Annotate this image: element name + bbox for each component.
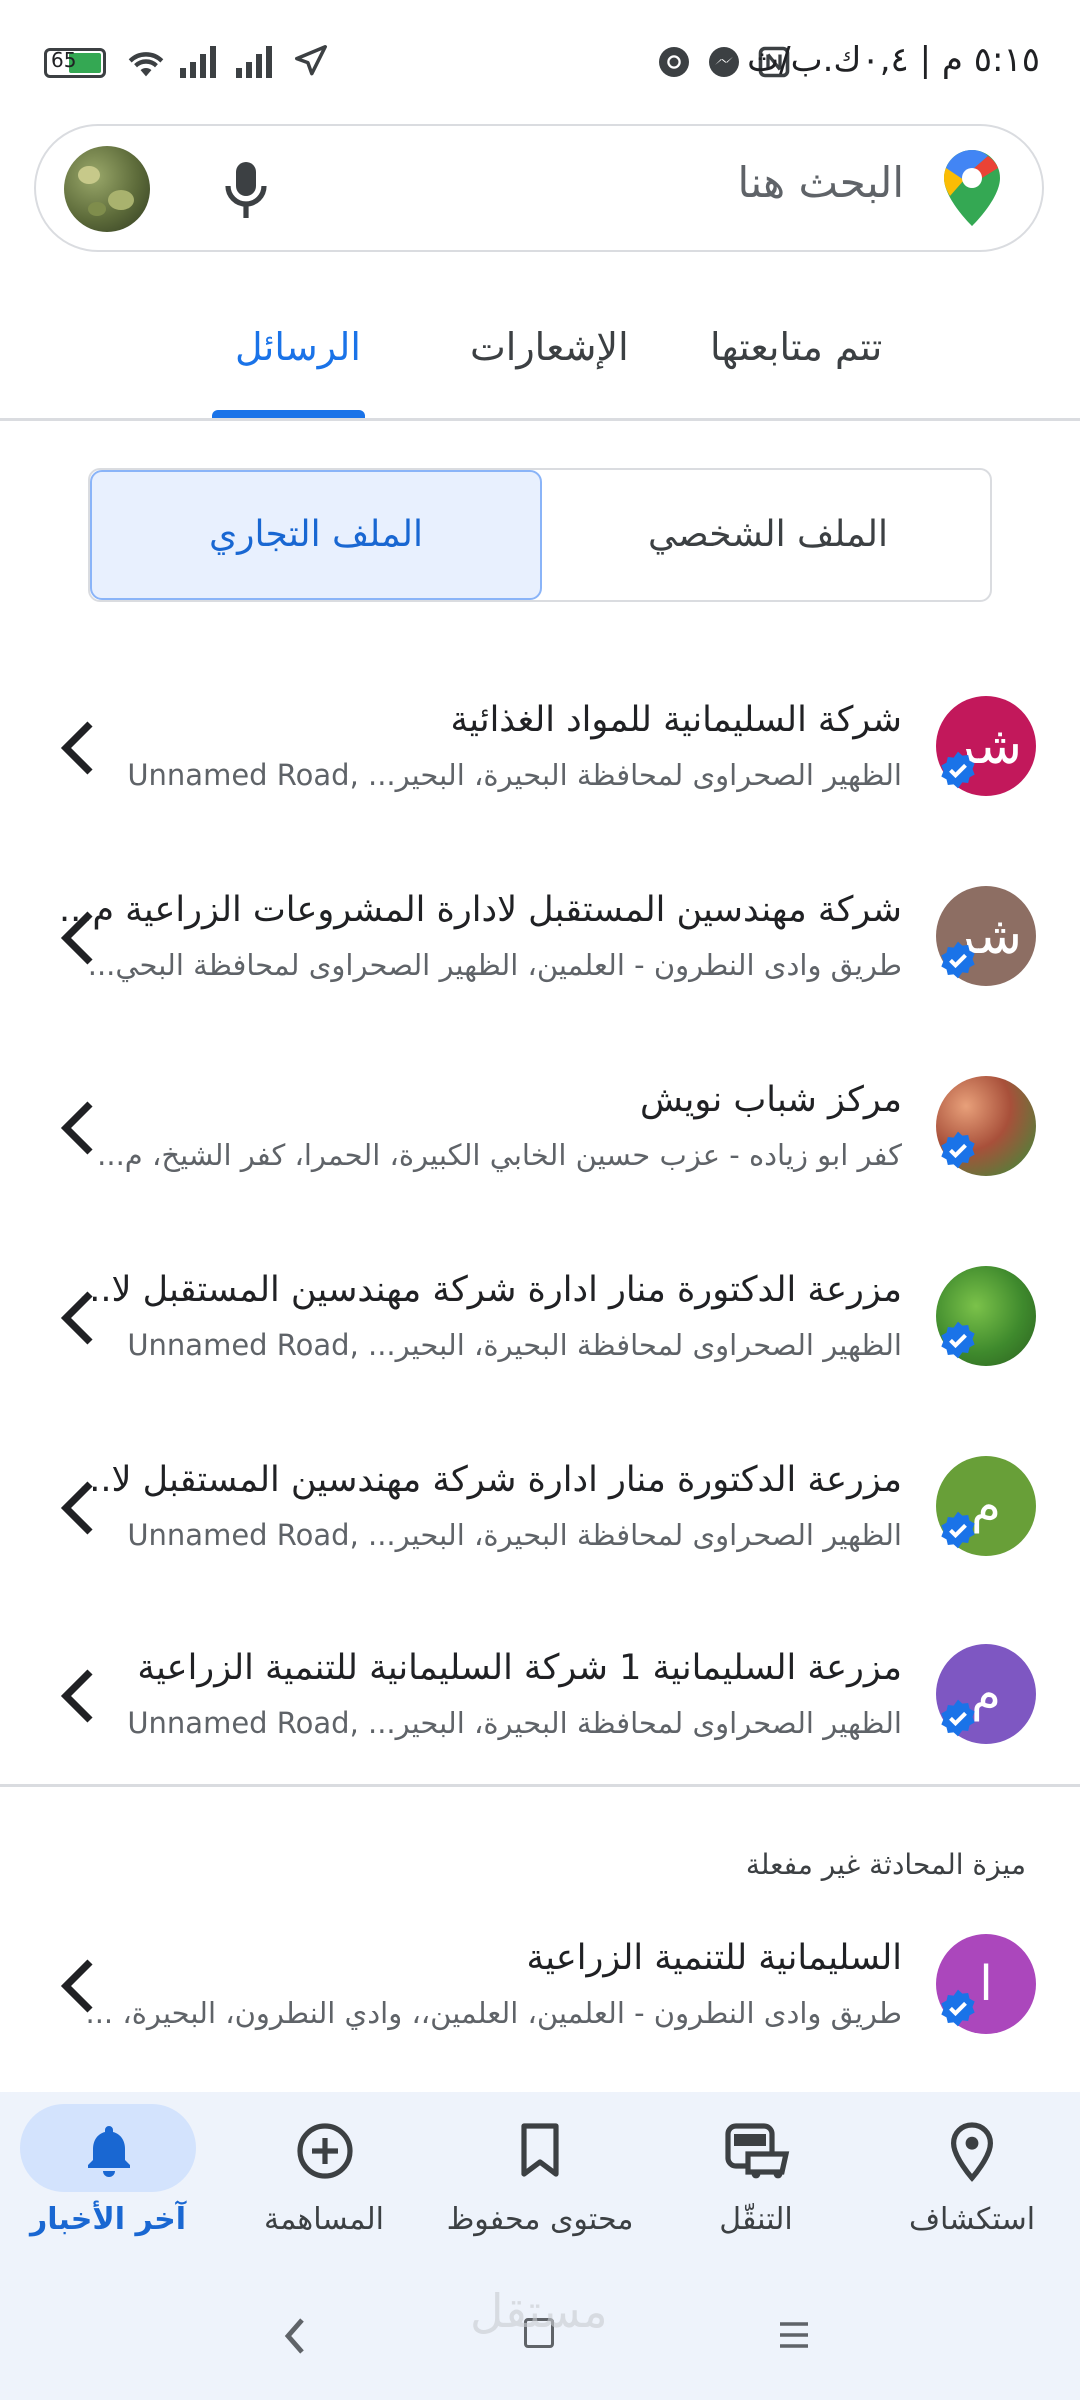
location-pin-icon xyxy=(950,2122,994,2182)
search-input[interactable]: البحث هنا xyxy=(738,158,904,207)
verified-badge-icon xyxy=(941,1131,975,1169)
list-item[interactable]: شر شركة مهندسين المستقبل لادارة المشروعا… xyxy=(0,842,1080,1032)
location-arrow-icon xyxy=(295,45,327,76)
bell-icon xyxy=(88,2126,130,2177)
chevron-left-icon[interactable] xyxy=(58,1098,98,1158)
signal-icon xyxy=(180,46,216,78)
account-avatar[interactable] xyxy=(64,146,150,232)
personal-profile-button[interactable]: الملف الشخصي xyxy=(542,470,994,600)
nav-commute[interactable]: التنقّل xyxy=(656,2092,856,2282)
conversation-address: الظهير الصحراوى لمحافظة البحيرة، البحير.… xyxy=(127,1706,902,1740)
section-divider xyxy=(0,1784,1080,1787)
nav-saved-label: محتوى محفوظ xyxy=(446,2202,634,2237)
messenger-icon xyxy=(709,47,739,77)
signal-icon xyxy=(236,46,272,78)
conversation-address: طريق وادى النطرون - العلمين، العلمين،، و… xyxy=(85,1996,902,2030)
tab-messages[interactable]: الرسائل xyxy=(235,325,361,369)
nav-updates-label: آخر الأخبار xyxy=(29,2202,187,2237)
conversation-title: مزرعة السليمانية 1 شركة السليمانية للتنم… xyxy=(137,1648,902,1688)
chevron-left-icon[interactable] xyxy=(58,1666,98,1726)
system-menu-icon[interactable] xyxy=(778,2320,810,2350)
conversation-address: طريق وادى النطرون - العلمين، الظهير الصح… xyxy=(87,948,902,982)
chevron-left-icon[interactable] xyxy=(58,1288,98,1348)
verified-badge-icon xyxy=(941,1511,975,1549)
tab-notifications[interactable]: الإشعارات xyxy=(470,325,629,369)
watermark: مستقل xyxy=(470,2284,608,2338)
add-circle-icon xyxy=(297,2123,353,2179)
conversation-address: الظهير الصحراوى لمحافظة البحيرة، البحير.… xyxy=(127,758,902,792)
wifi-icon xyxy=(128,52,164,77)
conversation-title: السليمانية للتنمية الزراعية xyxy=(526,1938,902,1978)
nav-contribute-label: المساهمة xyxy=(264,2202,384,2237)
verified-badge-icon xyxy=(941,751,975,789)
chevron-left-icon[interactable] xyxy=(58,1478,98,1538)
conversation-address: الظهير الصحراوى لمحافظة البحيرة، البحير.… xyxy=(127,1518,902,1552)
list-item[interactable]: ا السليمانية للتنمية الزراعية طريق وادى … xyxy=(0,1890,1080,2080)
status-bar: 65 ٥:١٥ م | ٠,٤ك.ب/ث xyxy=(0,0,1080,120)
conversation-address: الظهير الصحراوى لمحافظة البحيرة، البحير.… xyxy=(127,1328,902,1362)
verified-badge-icon xyxy=(941,1321,975,1359)
active-tab-indicator xyxy=(212,410,365,418)
search-bar[interactable]: البحث هنا xyxy=(34,124,1044,252)
conversation-title: مركز شباب نويش xyxy=(640,1080,902,1120)
nav-contribute[interactable]: المساهمة xyxy=(224,2092,424,2282)
google-maps-logo-icon xyxy=(944,150,1000,226)
chrome-icon xyxy=(659,47,689,77)
chevron-left-icon[interactable] xyxy=(58,718,98,778)
chat-disabled-label: ميزة المحادثة غير مفعلة xyxy=(745,1848,1026,1881)
verified-badge-icon xyxy=(941,941,975,979)
nav-explore-label: استكشاف xyxy=(908,2202,1036,2237)
nav-updates[interactable]: آخر الأخبار xyxy=(8,2092,208,2282)
verified-badge-icon xyxy=(941,1989,975,2027)
bookmark-icon xyxy=(521,2123,559,2177)
status-time: ٥:١٥ م | ٠,٤ك.ب/ث xyxy=(747,40,1040,80)
microphone-icon[interactable] xyxy=(222,160,270,220)
conversation-address: كفر ابو زياده - عزب حسين الخابي الكبيرة،… xyxy=(97,1138,902,1172)
nav-commute-label: التنقّل xyxy=(719,2202,793,2237)
conversation-title: شركة مهندسين المستقبل لادارة المشروعات ا… xyxy=(59,890,902,930)
battery-level: 65 xyxy=(51,48,77,72)
conversation-title: مزرعة الدكتورة منار ادارة شركة مهندسين ا… xyxy=(78,1270,902,1310)
battery-icon: 65 xyxy=(44,48,106,78)
list-item[interactable]: مزرعة الدكتورة منار ادارة شركة مهندسين ا… xyxy=(0,1222,1080,1412)
verified-badge-icon xyxy=(941,1699,975,1737)
tab-following[interactable]: تتم متابعتها xyxy=(710,325,882,369)
list-item[interactable]: شر شركة السليمانية للمواد الغذائية الظهي… xyxy=(0,652,1080,842)
tabs-divider xyxy=(0,418,1080,421)
nav-explore[interactable]: استكشاف xyxy=(872,2092,1072,2282)
conversation-title: شركة السليمانية للمواد الغذائية xyxy=(450,700,902,740)
business-profile-button[interactable]: الملف التجاري xyxy=(90,470,542,600)
list-item[interactable]: م مزرعة السليمانية 1 شركة السليمانية للت… xyxy=(0,1600,1080,1790)
commute-icon xyxy=(725,2123,790,2179)
conversation-title: مزرعة الدكتورة منار ادارة شركة مهندسين ا… xyxy=(78,1460,902,1500)
chevron-left-icon[interactable] xyxy=(58,1956,98,2016)
list-item[interactable]: مركز شباب نويش كفر ابو زياده - عزب حسين … xyxy=(0,1032,1080,1222)
list-item[interactable]: م مزرعة الدكتورة منار ادارة شركة مهندسين… xyxy=(0,1412,1080,1602)
chevron-left-icon[interactable] xyxy=(58,908,98,968)
nav-saved[interactable]: محتوى محفوظ xyxy=(440,2092,640,2282)
system-back-icon[interactable] xyxy=(282,2316,308,2356)
profile-toggle: الملف الشخصي الملف التجاري xyxy=(88,468,992,602)
